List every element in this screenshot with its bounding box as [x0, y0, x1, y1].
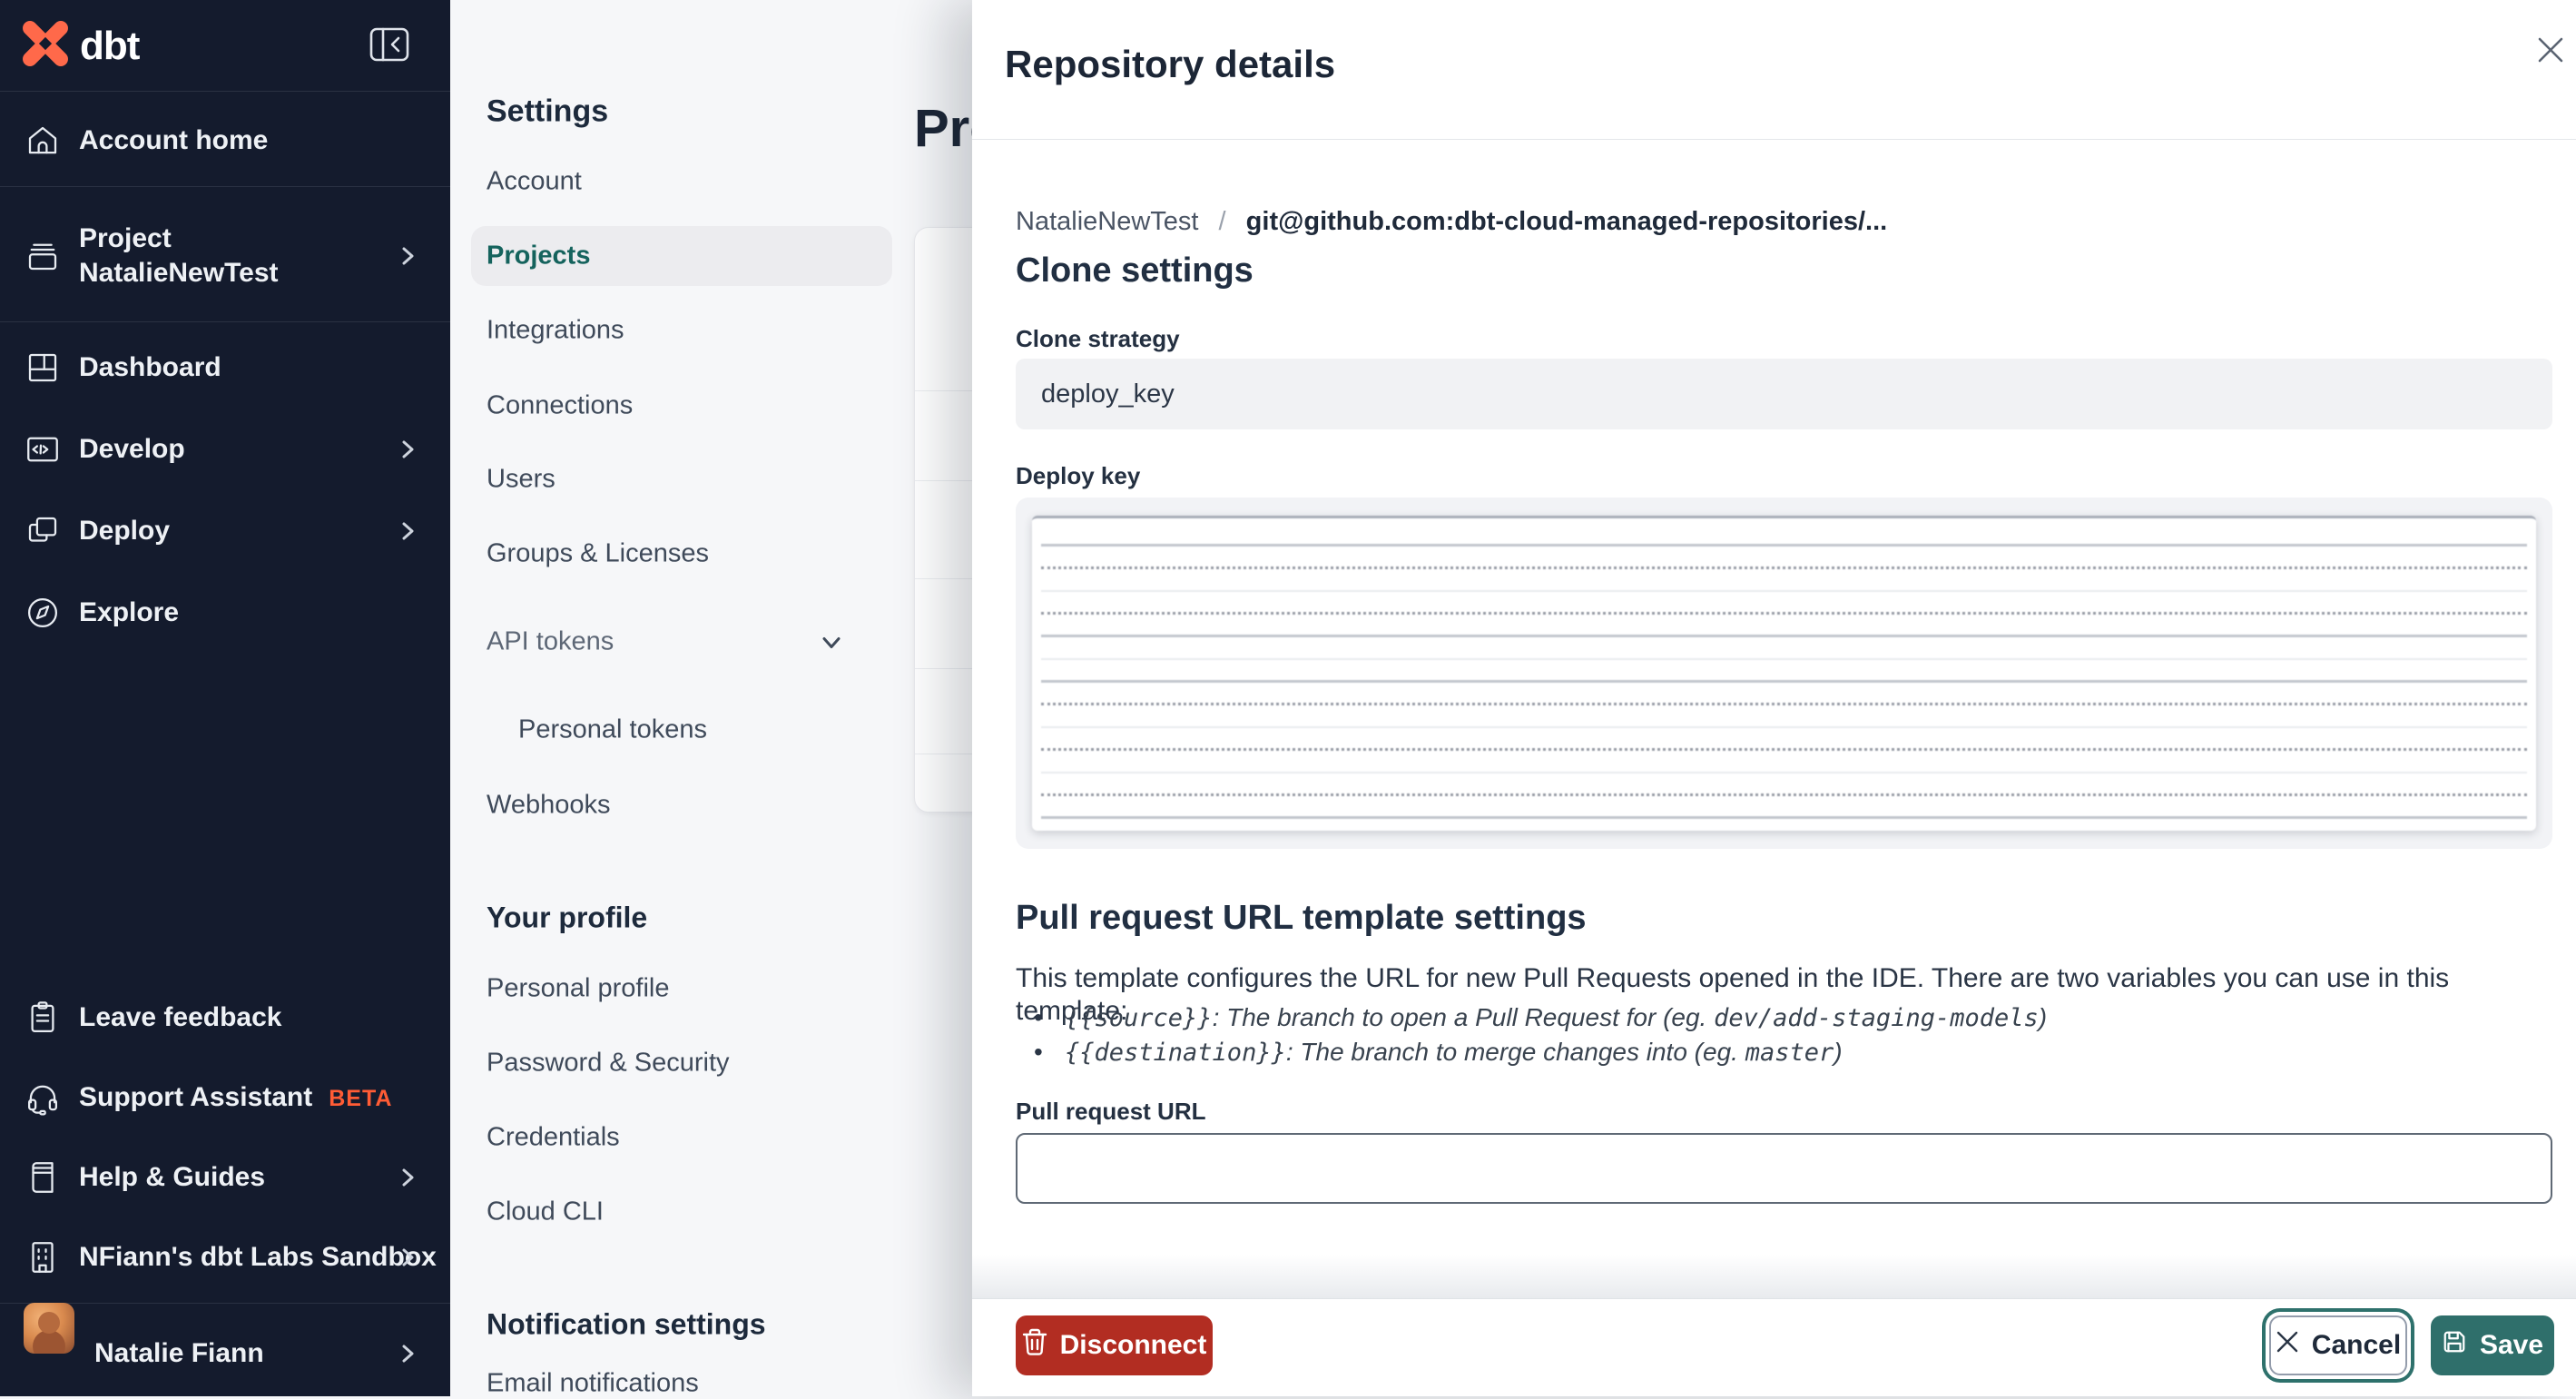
settings-nav-integrations[interactable]: Integrations [487, 316, 624, 346]
chevron-right-icon [398, 1167, 418, 1187]
settings-nav-projects[interactable]: Projects [487, 241, 590, 271]
divider [0, 91, 450, 92]
drawer-footer: Disconnect Cancel Save [972, 1255, 2576, 1396]
user-avatar [24, 1303, 74, 1354]
settings-nav-password-security[interactable]: Password & Security [487, 1049, 730, 1079]
clone-strategy-label: Clone strategy [1016, 325, 1180, 352]
sidebar-item-label: NFiann's dbt Labs Sandbox [79, 1242, 437, 1272]
settings-nav-users[interactable]: Users [487, 465, 556, 495]
x-icon [2276, 1330, 2299, 1361]
pr-template-variables-list: {{source}}: The branch to open a Pull Re… [1034, 1000, 2047, 1069]
save-disk-icon [2442, 1329, 2467, 1362]
settings-nav-connections[interactable]: Connections [487, 391, 633, 421]
cancel-button[interactable]: Cancel [2269, 1315, 2407, 1375]
sidebar-item-label: Project NatalieNewTest [79, 223, 279, 288]
settings-nav-title: Settings [487, 94, 609, 129]
settings-nav-api-tokens[interactable]: API tokens [487, 627, 850, 657]
windows-icon [24, 512, 62, 550]
deploy-key-redacted-content [1032, 516, 2536, 831]
app-sidebar: dbt Account home Project NatalieNewTest [0, 0, 450, 1396]
settings-nav-account[interactable]: Account [487, 167, 582, 197]
headset-icon [24, 1079, 62, 1117]
deploy-key-label: Deploy key [1016, 462, 1141, 489]
chevron-right-icon [398, 439, 418, 459]
sidebar-item-explore[interactable]: Explore [0, 572, 450, 654]
breadcrumb-separator: / [1218, 207, 1226, 236]
home-icon [24, 122, 62, 160]
chevron-right-icon [398, 521, 418, 541]
chevron-down-icon [821, 631, 842, 653]
chevron-right-icon [398, 1344, 418, 1364]
sidebar-item-dashboard[interactable]: Dashboard [0, 327, 450, 409]
sidebar-user-menu[interactable]: Natalie Fiann [0, 1303, 450, 1379]
sidebar-item-label: Leave feedback [79, 1002, 282, 1032]
sidebar-item-develop[interactable]: Develop [0, 409, 450, 490]
sidebar-item-label: Explore [79, 597, 180, 627]
collapse-sidebar-icon[interactable] [369, 25, 410, 64]
clipboard-icon [24, 999, 62, 1037]
repository-details-drawer: Repository details NatalieNewTest / git@… [972, 0, 2576, 1396]
user-name: Natalie Fiann [94, 1338, 264, 1368]
sidebar-item-project[interactable]: Project NatalieNewTest [0, 191, 450, 321]
project-icon [24, 237, 62, 275]
save-button[interactable]: Save [2431, 1315, 2554, 1375]
profile-section-heading: Your profile [487, 901, 648, 934]
settings-nav-credentials[interactable]: Credentials [487, 1123, 620, 1153]
clone-settings-heading: Clone settings [1016, 251, 1254, 290]
sidebar-item-support-assistant[interactable]: Support Assistant BETA [0, 1058, 450, 1138]
pull-request-url-input[interactable] [1016, 1133, 2552, 1204]
sidebar-item-label: Help & Guides [79, 1162, 266, 1192]
breadcrumb-repo: git@github.com:dbt-cloud-managed-reposit… [1245, 207, 1888, 236]
pull-request-url-label: Pull request URL [1016, 1098, 1206, 1125]
settings-nav-cloud-cli[interactable]: Cloud CLI [487, 1197, 604, 1227]
list-item: {{destination}}: The branch to merge cha… [1034, 1035, 2047, 1069]
sidebar-item-label: Deploy [79, 516, 171, 546]
beta-badge: BETA [329, 1086, 393, 1111]
settings-nav-personal-profile[interactable]: Personal profile [487, 974, 670, 1004]
sidebar-item-label: Develop [79, 434, 185, 464]
sidebar-item-leave-feedback[interactable]: Leave feedback [0, 978, 450, 1058]
notifications-section-heading: Notification settings [487, 1307, 766, 1341]
sidebar-item-label: Support Assistant BETA [79, 1082, 393, 1112]
sidebar-header: dbt [0, 0, 450, 91]
breadcrumb: NatalieNewTest / git@github.com:dbt-clou… [1016, 207, 1887, 237]
dbt-logo: dbt [22, 20, 140, 72]
list-item: {{source}}: The branch to open a Pull Re… [1034, 1000, 2047, 1035]
settings-nav-personal-tokens[interactable]: Personal tokens [518, 715, 707, 745]
chevron-right-icon [398, 246, 418, 266]
sidebar-item-label: Dashboard [79, 352, 221, 382]
book-icon [24, 1158, 62, 1197]
divider [0, 186, 450, 187]
sidebar-item-help-guides[interactable]: Help & Guides [0, 1138, 450, 1217]
sidebar-item-label: Account home [79, 125, 269, 155]
dbt-logo-icon [22, 20, 69, 72]
dbt-logo-text: dbt [80, 23, 140, 68]
breadcrumb-project[interactable]: NatalieNewTest [1016, 207, 1198, 236]
settings-nav-groups-licenses[interactable]: Groups & Licenses [487, 539, 709, 569]
code-window-icon [24, 430, 62, 468]
disconnect-button[interactable]: Disconnect [1016, 1315, 1213, 1375]
chevron-right-icon [398, 1247, 418, 1267]
sidebar-item-org-sandbox[interactable]: NFiann's dbt Labs Sandbox [0, 1217, 450, 1297]
building-icon [24, 1238, 62, 1276]
settings-nav-webhooks[interactable]: Webhooks [487, 791, 611, 821]
settings-nav-email-notifications[interactable]: Email notifications [487, 1369, 699, 1399]
divider [0, 321, 450, 322]
trash-icon [1022, 1328, 1047, 1363]
pr-template-heading: Pull request URL template settings [1016, 899, 1587, 937]
deploy-key-field[interactable] [1016, 498, 2552, 849]
compass-icon [24, 594, 62, 632]
dashboard-icon [24, 349, 62, 387]
sidebar-item-account-home[interactable]: Account home [0, 100, 450, 182]
clone-strategy-field[interactable]: deploy_key [1016, 359, 2552, 429]
sidebar-item-deploy[interactable]: Deploy [0, 490, 450, 572]
